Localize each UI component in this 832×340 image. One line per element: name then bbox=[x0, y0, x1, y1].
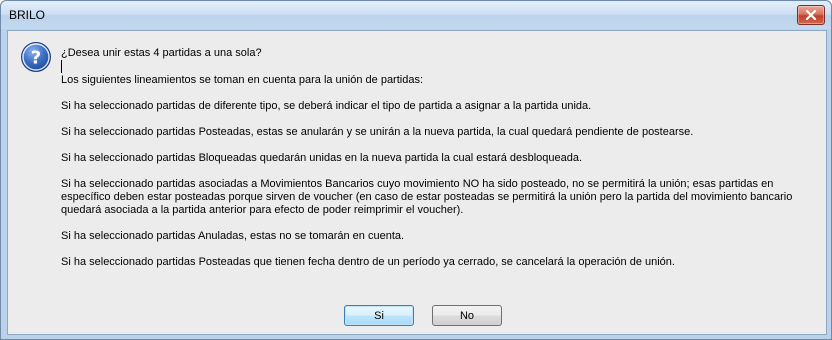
close-icon bbox=[805, 10, 817, 20]
title-bar[interactable]: BRILO bbox=[1, 1, 831, 29]
paragraph-bank-movements: Si ha seleccionado partidas asociadas a … bbox=[61, 178, 793, 216]
dialog-body: ? ¿Desea unir estas 4 partidas a una sol… bbox=[7, 30, 827, 335]
paragraph-annulled: Si ha seleccionado partidas Anuladas, es… bbox=[61, 230, 405, 242]
svg-text:?: ? bbox=[31, 48, 41, 69]
paragraph-intro: Los siguientes lineamientos se toman en … bbox=[61, 74, 424, 86]
window-title: BRILO bbox=[9, 8, 46, 22]
paragraph-blocked: Si ha seleccionado partidas Bloqueadas q… bbox=[61, 152, 583, 164]
paragraph-closed-period: Si ha seleccionado partidas Posteadas qu… bbox=[61, 256, 675, 268]
no-button[interactable]: No bbox=[432, 305, 502, 326]
paragraph-posted: Si ha seleccionado partidas Posteadas, e… bbox=[61, 126, 694, 138]
yes-button[interactable]: Si bbox=[344, 305, 414, 326]
question-text: ¿Desea unir estas 4 partidas a una sola? bbox=[61, 47, 262, 59]
text-caret bbox=[61, 60, 62, 73]
paragraph-different-type: Si ha seleccionado partidas de diferente… bbox=[61, 100, 592, 112]
message-text: ¿Desea unir estas 4 partidas a una sola?… bbox=[61, 47, 801, 282]
dialog-window: BRILO ? ¿Desea unir estas 4 partidas a u… bbox=[0, 0, 832, 340]
close-button[interactable] bbox=[797, 5, 825, 25]
question-icon: ? bbox=[21, 42, 51, 72]
